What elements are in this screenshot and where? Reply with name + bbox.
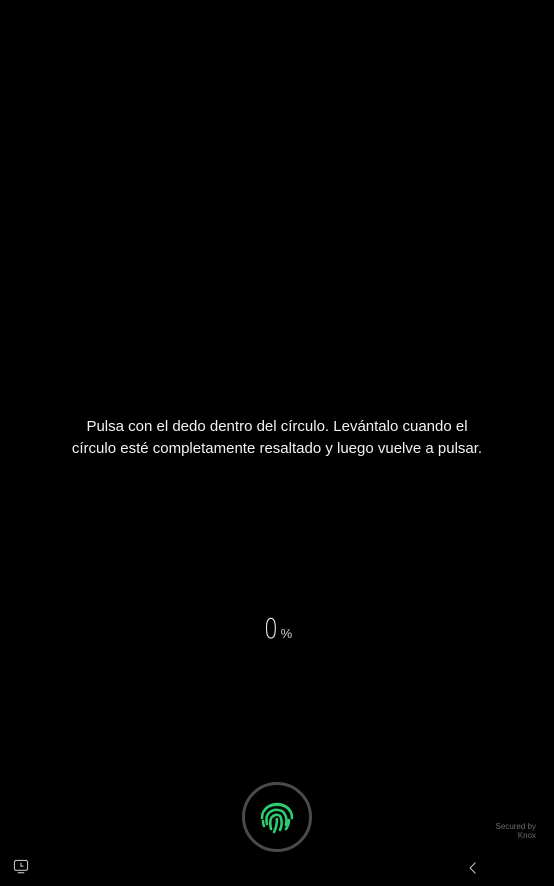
fingerprint-sensor-area[interactable] bbox=[242, 782, 312, 852]
instruction-line-2: círculo esté completamente resaltado y l… bbox=[71, 440, 483, 457]
instruction-text: Pulsa con el dedo dentro del círculo. Le… bbox=[40, 416, 514, 460]
secured-by-knox: Secured by Knox bbox=[496, 822, 536, 840]
instruction-line-1: Pulsa con el dedo dentro del círculo. Le… bbox=[86, 418, 468, 435]
progress-readout: 0% bbox=[0, 612, 554, 645]
back-chevron-icon[interactable] bbox=[462, 857, 484, 879]
fingerprint-icon bbox=[260, 802, 294, 834]
screen-clock-icon[interactable] bbox=[10, 856, 32, 878]
progress-value: 0 bbox=[263, 612, 278, 645]
knox-line-2: Knox bbox=[517, 831, 536, 840]
progress-unit: % bbox=[280, 626, 293, 641]
knox-line-1: Secured by bbox=[495, 822, 536, 831]
